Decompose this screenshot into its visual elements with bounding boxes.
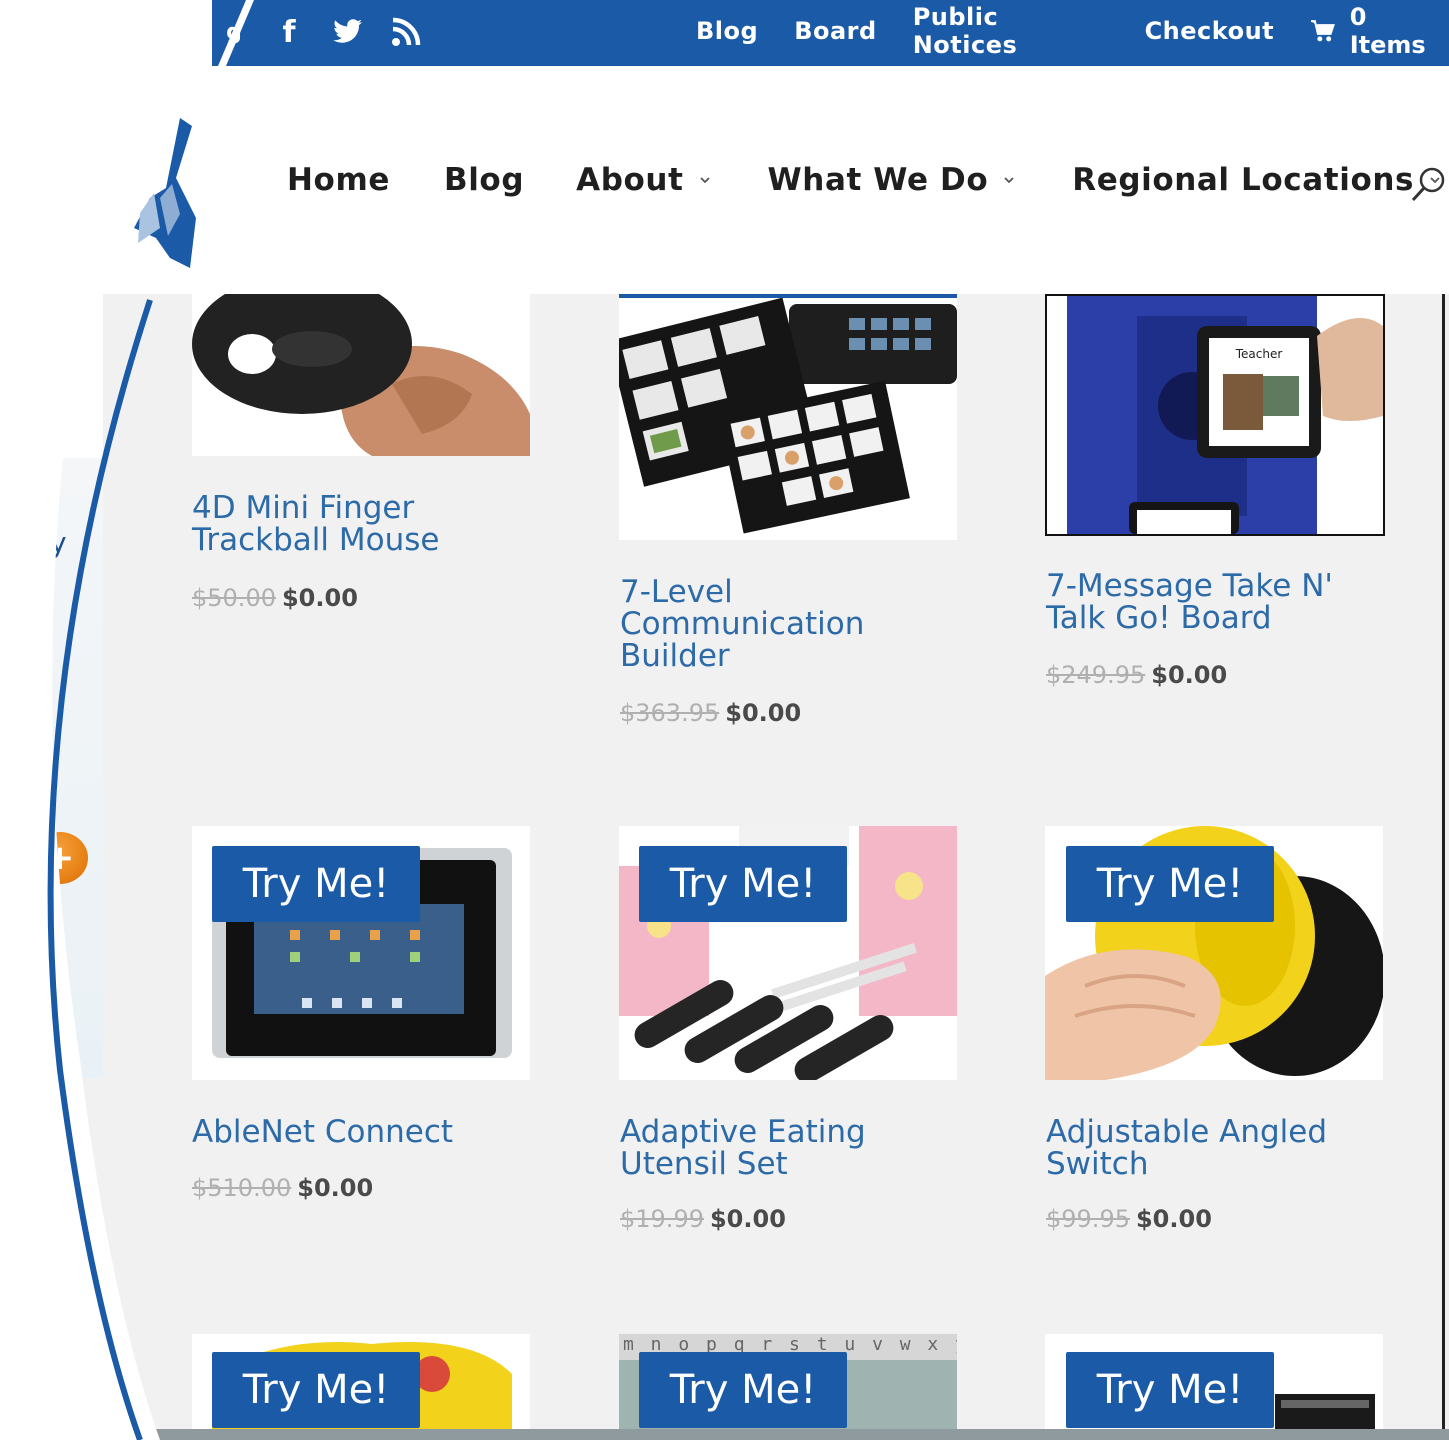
- product-price: $249.95 $0.00: [1046, 661, 1227, 689]
- shopping-cart-icon: [1311, 20, 1336, 42]
- product-grid-area: y + 4D Mini Finger Trackball Mouse $50.0…: [0, 294, 1449, 1440]
- bottom-scrollbar[interactable]: [0, 1429, 1449, 1440]
- chevron-down-icon: [1004, 177, 1014, 184]
- top-bar: g f Blog Board Public Notices Checkout 0…: [0, 0, 1449, 66]
- chevron-down-icon: [699, 177, 710, 184]
- old-price: $510.00: [192, 1174, 292, 1202]
- product-price: $19.99 $0.00: [620, 1205, 786, 1233]
- try-me-button[interactable]: Try Me!: [212, 846, 420, 922]
- sale-price: $0.00: [297, 1174, 374, 1202]
- nav-home[interactable]: Home: [287, 162, 390, 198]
- old-price: $363.95: [620, 699, 720, 727]
- try-me-button[interactable]: Try Me!: [1066, 1352, 1274, 1428]
- sale-price: $0.00: [725, 699, 802, 727]
- sale-price: $0.00: [1135, 1205, 1212, 1233]
- plus-icon[interactable]: +: [32, 832, 88, 884]
- product-title[interactable]: 7-Message Take N' Talk Go! Board: [1046, 570, 1346, 634]
- product-title[interactable]: Adaptive Eating Utensil Set: [620, 1116, 900, 1180]
- teacher-card-label: Teacher: [1235, 347, 1283, 361]
- old-price: $249.95: [1046, 661, 1146, 689]
- sidebar-panel: y +: [0, 294, 103, 1078]
- topbar-link-board[interactable]: Board: [794, 17, 877, 45]
- nav-regional-locations[interactable]: Regional Locations: [1072, 162, 1442, 198]
- cart-link[interactable]: 0 Items: [1310, 3, 1449, 59]
- try-me-button[interactable]: Try Me!: [639, 846, 847, 922]
- product-price: $510.00 $0.00: [192, 1174, 373, 1202]
- sidebar-partial-text: y: [50, 526, 67, 559]
- partial-icon: g: [226, 19, 242, 45]
- product-title[interactable]: 4D Mini Finger Trackball Mouse: [192, 492, 512, 556]
- main-nav: Home Blog About What We Do Regional Loca…: [287, 162, 1442, 198]
- old-price: $19.99: [620, 1205, 704, 1233]
- twitter-icon[interactable]: [328, 10, 368, 54]
- product-price: $99.95 $0.00: [1046, 1205, 1212, 1233]
- sale-price: $0.00: [709, 1205, 786, 1233]
- topbar-link-checkout[interactable]: Checkout: [1145, 17, 1275, 45]
- page: g f Blog Board Public Notices Checkout 0…: [0, 0, 1449, 1440]
- try-me-button[interactable]: Try Me!: [1066, 846, 1274, 922]
- page-edge-divider: [1442, 294, 1445, 1440]
- facebook-icon[interactable]: f: [276, 10, 302, 54]
- product-image[interactable]: [619, 294, 957, 540]
- nav-regional-locations-label: Regional Locations: [1072, 162, 1415, 198]
- rss-icon[interactable]: [388, 10, 424, 54]
- sale-price: $0.00: [1151, 661, 1228, 689]
- old-price: $50.00: [192, 584, 276, 612]
- nav-what-we-do-label: What We Do: [767, 162, 989, 198]
- try-me-button[interactable]: Try Me!: [639, 1352, 847, 1428]
- top-bar-links: Blog Board Public Notices Checkout 0 Ite…: [696, 0, 1449, 62]
- product-image[interactable]: Teacher: [1045, 294, 1385, 536]
- nav-home-label: Home: [287, 162, 390, 198]
- nav-what-we-do[interactable]: What We Do: [768, 162, 1017, 198]
- product-title[interactable]: Adjustable Angled Switch: [1046, 1116, 1346, 1180]
- product-image[interactable]: [192, 294, 530, 456]
- site-logo[interactable]: [120, 118, 210, 278]
- topbar-link-blog[interactable]: Blog: [696, 17, 758, 45]
- product-title[interactable]: 7-Level Communication Builder: [620, 576, 880, 672]
- product-price: $50.00 $0.00: [192, 584, 358, 612]
- search-icon[interactable]: [1408, 164, 1448, 204]
- product-price: $363.95 $0.00: [620, 699, 801, 727]
- try-me-button[interactable]: Try Me!: [212, 1352, 420, 1428]
- nav-blog[interactable]: Blog: [444, 162, 524, 198]
- nav-about[interactable]: About: [576, 162, 711, 198]
- topbar-link-public-notices[interactable]: Public Notices: [913, 3, 1109, 59]
- nav-blog-label: Blog: [443, 162, 525, 198]
- product-title[interactable]: AbleNet Connect: [192, 1116, 512, 1148]
- nav-about-label: About: [576, 162, 684, 198]
- sale-price: $0.00: [281, 584, 358, 612]
- cart-count: 0 Items: [1349, 3, 1426, 59]
- site-header: Home Blog About What We Do Regional Loca…: [0, 66, 1449, 294]
- old-price: $99.95: [1046, 1205, 1130, 1233]
